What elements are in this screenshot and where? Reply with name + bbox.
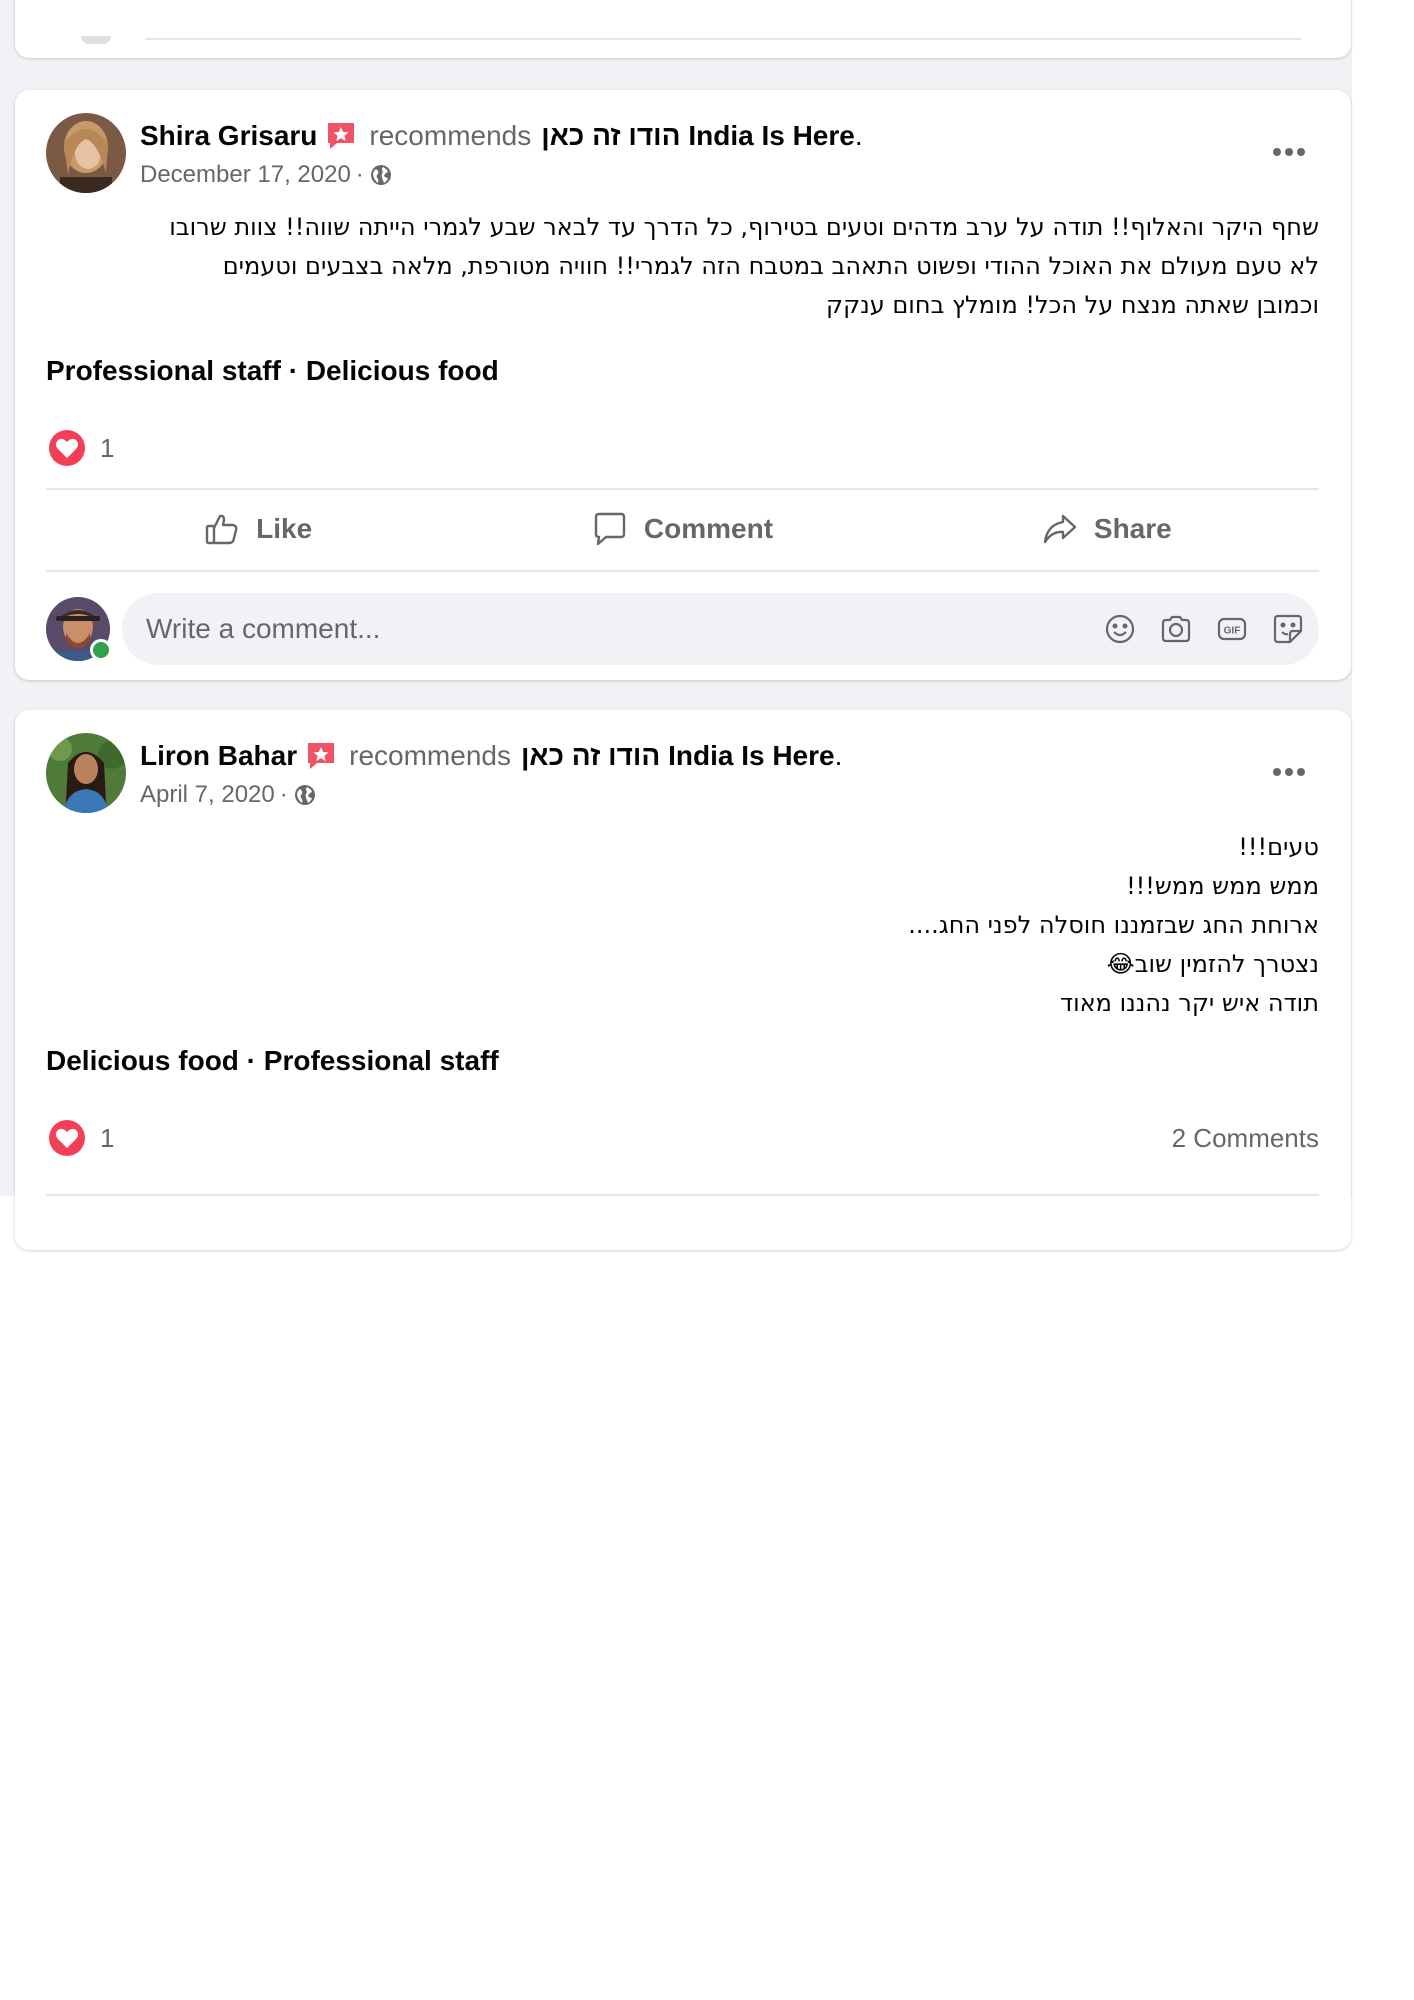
author-avatar[interactable] <box>46 113 126 193</box>
previous-avatar-fragment <box>81 36 111 44</box>
reaction-summary[interactable]: 1 <box>48 1118 114 1158</box>
post-header: Liron Bahar recommends הודו זה כאן India… <box>140 738 842 774</box>
review-tags: Delicious food · Professional staff <box>46 1045 499 1076</box>
svg-text:GIF: GIF <box>1224 626 1241 637</box>
online-status-indicator <box>90 639 112 661</box>
post-text-line: נצטרך להזמין שוב😂 <box>1106 950 1319 978</box>
more-options-icon <box>1273 768 1305 776</box>
author-name[interactable]: Shira Grisaru <box>140 120 317 152</box>
review-post: Shira Grisaru recommends הודו זה כאן Ind… <box>15 90 1351 680</box>
reaction-count: 1 <box>100 1122 115 1153</box>
emoji-icon[interactable] <box>1103 612 1137 646</box>
post-date[interactable]: April 7, 2020 <box>140 781 275 809</box>
header-period: . <box>854 120 863 151</box>
gif-icon[interactable]: GIF <box>1215 612 1249 646</box>
date-separator: · <box>355 161 364 188</box>
post-date[interactable]: December 17, 2020 <box>140 161 351 189</box>
post-header: Shira Grisaru recommends הודו זה כאן Ind… <box>140 118 863 154</box>
more-options-button[interactable] <box>1265 748 1313 796</box>
globe-icon <box>370 165 391 185</box>
post-text-line: ארוחת החג שבזמננו חוסלה לפני החג.... <box>908 911 1319 939</box>
comments-count-link[interactable]: 2 Comments <box>1172 1118 1319 1158</box>
share-button[interactable]: Share <box>895 490 1319 568</box>
current-user-avatar[interactable] <box>46 597 112 661</box>
author-avatar[interactable] <box>46 733 126 813</box>
post-text-line: ממש ממש ממש!!! <box>1126 872 1319 900</box>
date-separator: · <box>279 781 288 808</box>
post-text-line: וכמובן שאתה מנצח על הכל! מומלץ בחום ענקק <box>826 291 1319 319</box>
reaction-count: 1 <box>100 432 115 463</box>
post-meta: December 17, 2020 · <box>140 160 393 190</box>
love-reaction-icon <box>49 1120 85 1156</box>
previous-comment-box-fragment <box>145 38 1301 40</box>
share-icon <box>1043 514 1077 544</box>
comment-button[interactable]: Comment <box>470 490 894 568</box>
recommends-label: recommends <box>349 740 511 771</box>
comment-composer: GIF <box>122 593 1319 665</box>
page-name-link[interactable]: הודו זה כאן India Is Here <box>541 120 855 152</box>
recommends-label: recommends <box>369 120 532 151</box>
divider <box>46 570 1319 572</box>
author-name[interactable]: Liron Bahar <box>140 740 297 772</box>
share-label: Share <box>1093 513 1172 544</box>
post-meta: April 7, 2020 · <box>140 780 317 810</box>
sticker-icon[interactable] <box>1271 612 1305 646</box>
divider <box>46 1194 1319 1196</box>
previous-post-card-fragment <box>15 0 1351 58</box>
post-actions: Like Comment Share <box>46 490 1319 568</box>
like-label: Like <box>256 513 313 544</box>
post-text-line: שחף היקר והאלוף!! תודה על ערב מדהים וטעי… <box>169 213 1319 241</box>
post-text-line: לא טעם מעולם את האוכל ההודי ופשוט התאהב … <box>222 252 1319 280</box>
review-tags: Professional staff · Delicious food <box>46 355 499 386</box>
reaction-summary[interactable]: 1 <box>48 428 114 468</box>
like-icon <box>205 514 238 545</box>
camera-icon[interactable] <box>1159 612 1193 646</box>
comment-label: Comment <box>643 513 774 544</box>
love-reaction-icon <box>49 430 85 466</box>
recommendation-badge-icon <box>325 120 357 152</box>
post-body: טעים!!! ממש ממש ממש!!! ארוחת החג שבזמננו… <box>55 828 1319 1023</box>
more-options-button[interactable] <box>1265 128 1313 176</box>
header-period: . <box>834 740 843 771</box>
post-body: שחף היקר והאלוף!! תודה על ערב מדהים וטעי… <box>55 208 1319 325</box>
comment-tools: GIF <box>1103 593 1305 665</box>
comment-icon <box>594 512 626 546</box>
more-options-icon <box>1273 148 1305 156</box>
review-post: Liron Bahar recommends הודו זה כאן India… <box>15 710 1351 1250</box>
comment-input[interactable] <box>122 593 1002 665</box>
recommendation-badge-icon <box>305 740 337 772</box>
post-text-line: טעים!!! <box>1238 833 1319 861</box>
like-button[interactable]: Like <box>46 490 470 568</box>
post-text-line: תודה איש יקר נהננו מאוד <box>1060 989 1319 1017</box>
page-name-link[interactable]: הודו זה כאן India Is Here <box>521 740 835 772</box>
globe-icon <box>294 785 315 805</box>
